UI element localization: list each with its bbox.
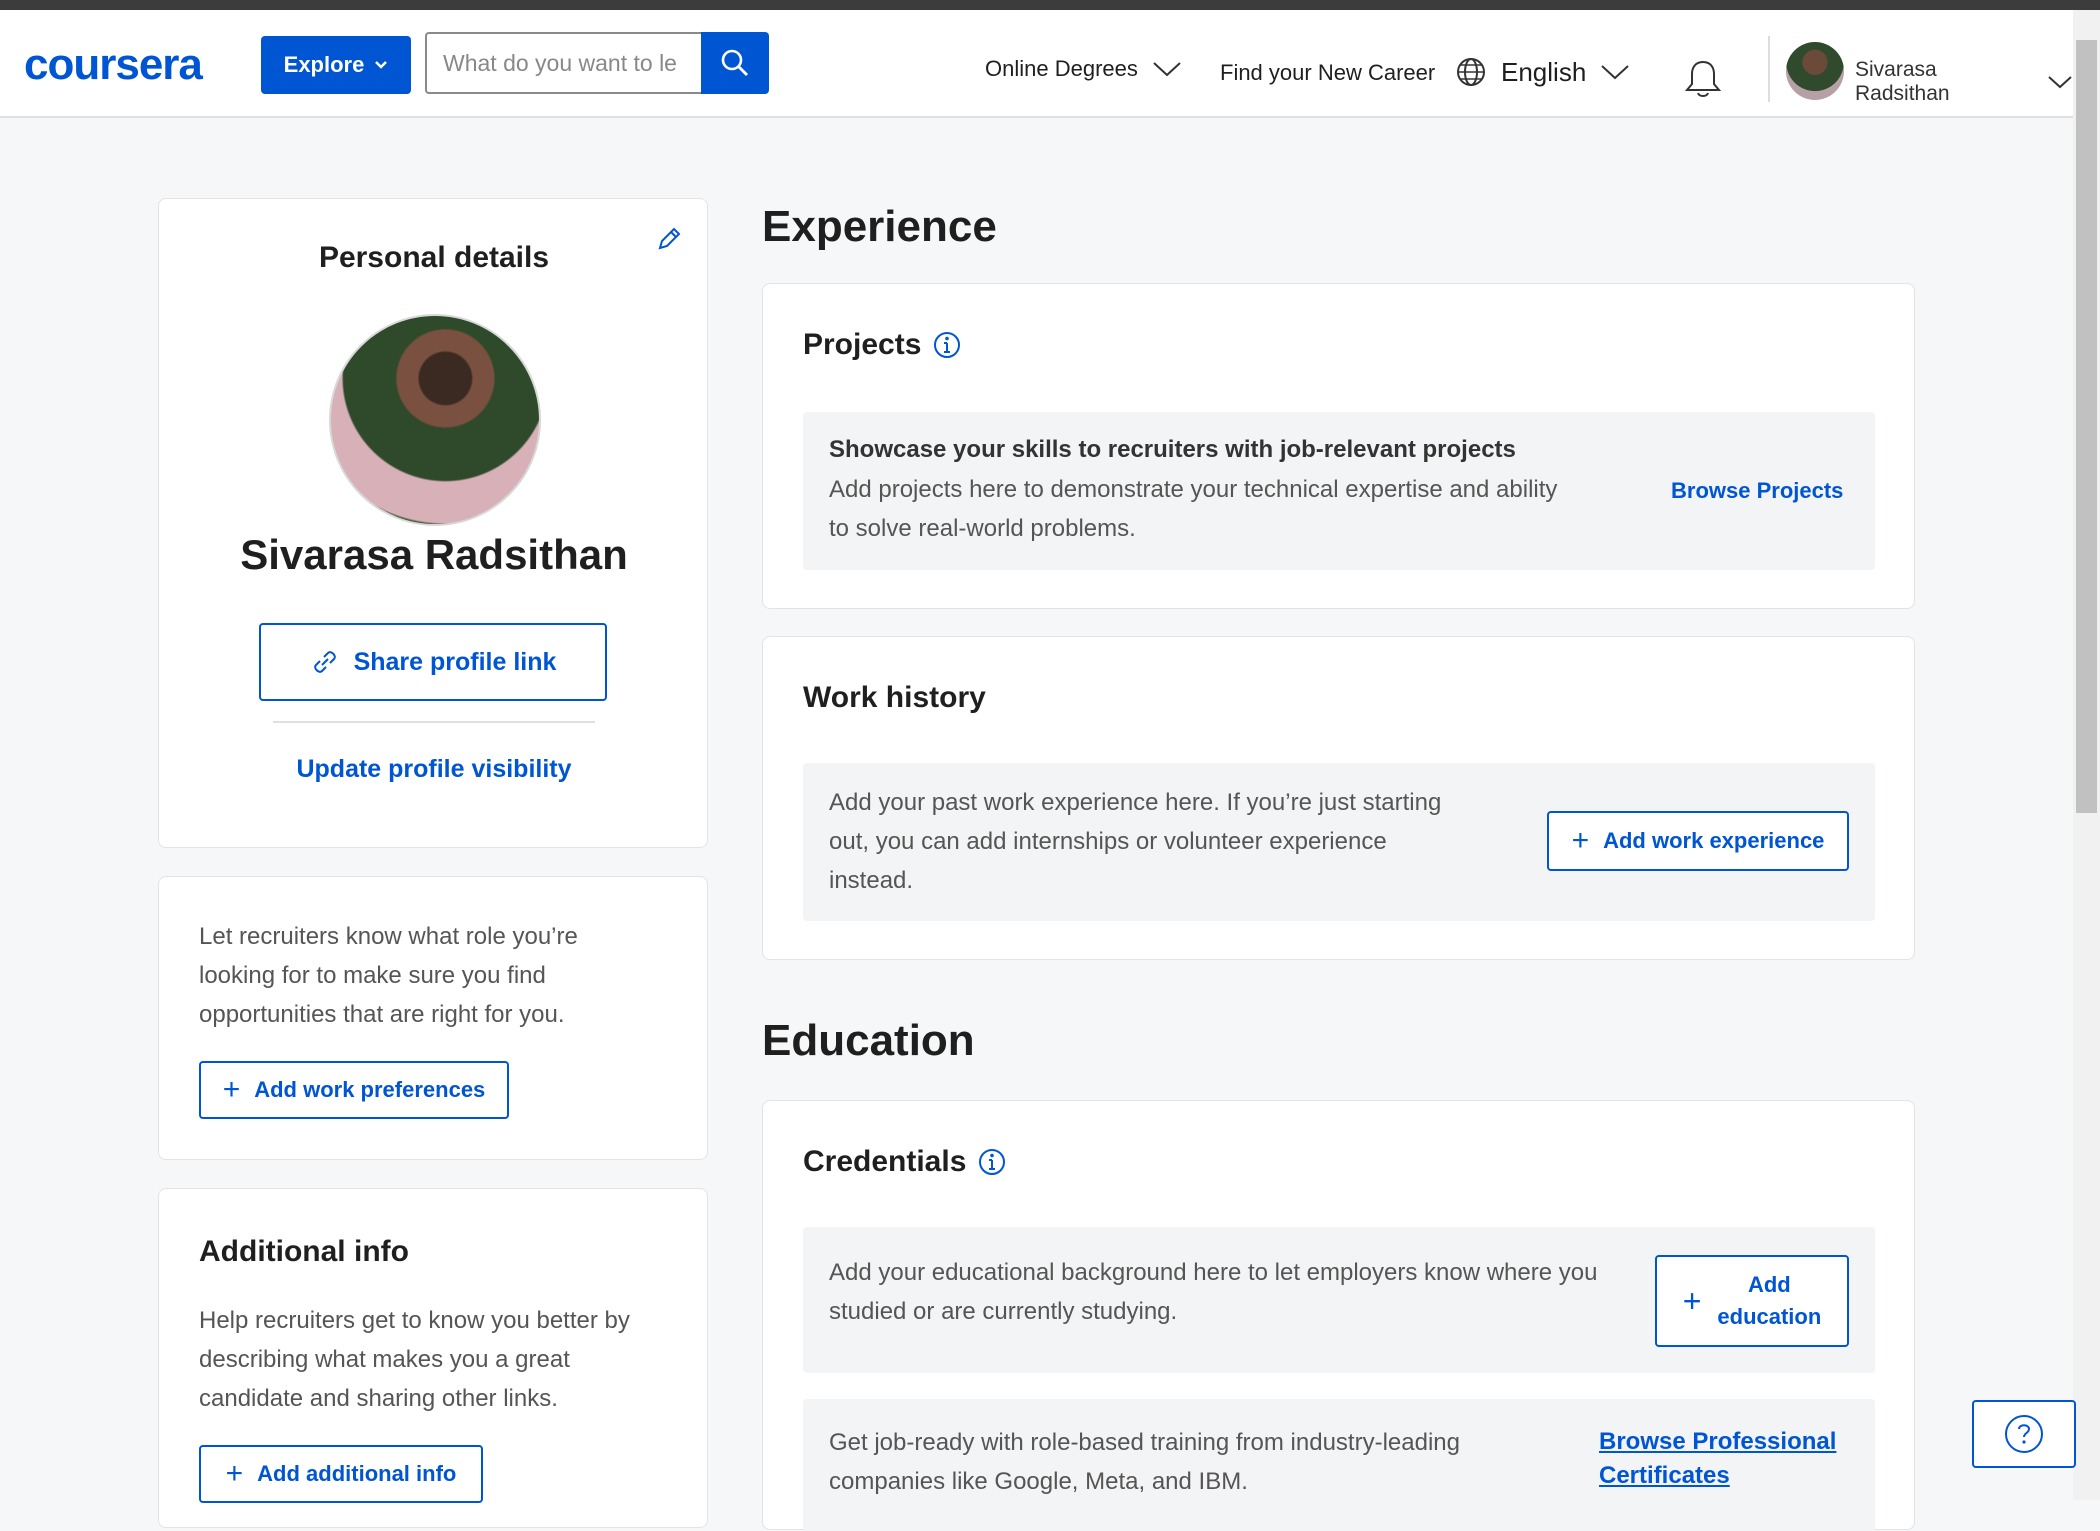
browse-projects-link[interactable]: Browse Projects	[1671, 478, 1843, 504]
browser-top-strip	[0, 0, 2100, 10]
work-history-title: Work history	[803, 681, 986, 714]
additional-info-title: Additional info	[199, 1235, 409, 1268]
work-history-text: Add your past work experience here. If y…	[829, 783, 1529, 900]
notification-bell-icon[interactable]	[1684, 58, 1722, 100]
nav-find-career[interactable]: Find your New Career	[1220, 60, 1435, 86]
add-education-line: Add	[1747, 1272, 1791, 1297]
search-placeholder: What do you want to le	[443, 49, 677, 76]
edit-pencil-icon[interactable]	[655, 225, 683, 253]
update-visibility-link[interactable]: Update profile visibility	[159, 755, 709, 784]
projects-headline: Showcase your skills to recruiters with …	[829, 436, 1516, 463]
link-line: Certificates	[1599, 1462, 1730, 1489]
coursera-logo[interactable]: coursera	[24, 40, 203, 90]
profile-name: Sivarasa Radsithan	[240, 531, 628, 578]
additional-info-card: Additional info Help recruiters get to k…	[158, 1188, 708, 1528]
language-label: English	[1501, 56, 1587, 87]
text-line: Add your past work experience here. If y…	[829, 789, 1442, 816]
credentials-title: Credentials	[803, 1145, 967, 1178]
plus-icon: +	[222, 1073, 241, 1106]
text-line: looking for to make sure you find	[199, 962, 546, 989]
explore-button[interactable]: Explore	[261, 36, 411, 94]
link-icon	[313, 651, 336, 673]
projects-text: Add projects here to demonstrate your te…	[829, 470, 1629, 548]
work-preferences-text: Let recruiters know what role you’re loo…	[199, 917, 679, 1034]
add-work-experience-label: Add work experience	[1603, 828, 1825, 853]
certificates-promo-text: Get job-ready with role-based training f…	[829, 1423, 1549, 1501]
education-heading: Education	[762, 1016, 975, 1065]
text-line: Get job-ready with role-based training f…	[829, 1429, 1460, 1456]
add-education-line: education	[1717, 1304, 1822, 1329]
search-input[interactable]: What do you want to le	[425, 32, 701, 94]
nav-online-degrees-label: Online Degrees	[985, 56, 1138, 81]
text-line: instead.	[829, 867, 914, 894]
add-work-preferences-label: Add work preferences	[254, 1077, 486, 1102]
nav-find-career-label: Find your New Career	[1220, 60, 1436, 85]
info-icon[interactable]	[933, 331, 961, 359]
link-line: Browse Professional	[1599, 1428, 1837, 1455]
text-line: describing what makes you a great	[199, 1346, 570, 1373]
globe-icon	[1457, 58, 1485, 86]
language-selector[interactable]: English	[1455, 56, 1630, 88]
add-education-label: Add education	[1717, 1269, 1821, 1333]
text-line: Let recruiters know what role you’re	[199, 923, 578, 950]
text-line: opportunities that are right for you.	[199, 1001, 565, 1028]
experience-heading: Experience	[762, 202, 997, 251]
chevron-down-icon	[1153, 62, 1181, 77]
additional-info-text: Help recruiters get to know you better b…	[199, 1301, 689, 1418]
chevron-down-icon	[1601, 65, 1629, 80]
credentials-text: Add your educational background here to …	[829, 1253, 1649, 1331]
text-line: Add your educational background here to …	[829, 1259, 1598, 1286]
credentials-info-box: Add your educational background here to …	[803, 1227, 1875, 1373]
add-additional-info-label: Add additional info	[257, 1461, 457, 1486]
work-preferences-card: Let recruiters know what role you’re loo…	[158, 876, 708, 1160]
help-question-icon	[2005, 1415, 2043, 1453]
search-button[interactable]	[701, 32, 769, 94]
projects-title-row: Projects	[803, 328, 961, 362]
text-line: out, you can add internships or voluntee…	[829, 828, 1387, 855]
plus-icon: +	[225, 1457, 244, 1490]
profile-photo	[329, 314, 541, 526]
text-line: studied or are currently studying.	[829, 1298, 1178, 1325]
text-line: to solve real-world problems.	[829, 515, 1136, 542]
text-line: Add projects here to demonstrate your te…	[829, 476, 1558, 503]
plus-icon: +	[1682, 1282, 1702, 1319]
add-education-button[interactable]: + Add education	[1655, 1255, 1849, 1347]
credentials-title-row: Credentials	[803, 1145, 1006, 1179]
work-history-card: Work history Add your past work experien…	[762, 636, 1915, 960]
avatar[interactable]	[1786, 42, 1844, 100]
personal-details-card: Personal details Sivarasa Radsithan Shar…	[158, 198, 708, 848]
share-profile-button[interactable]: Share profile link	[259, 623, 607, 701]
scrollbar-thumb[interactable]	[2076, 40, 2097, 813]
info-icon[interactable]	[978, 1148, 1006, 1176]
divider	[273, 721, 595, 723]
nav-online-degrees[interactable]: Online Degrees	[985, 56, 1182, 82]
help-button[interactable]	[1972, 1400, 2076, 1468]
share-profile-label: Share profile link	[353, 647, 557, 676]
chevron-down-icon	[2048, 76, 2072, 89]
projects-title: Projects	[803, 328, 922, 361]
add-additional-info-button[interactable]: + Add additional info	[199, 1445, 483, 1503]
explore-label: Explore	[283, 52, 365, 77]
username-label: Sivarasa Radsithan	[1855, 58, 1950, 105]
projects-card: Projects Showcase your skills to recruit…	[762, 283, 1915, 609]
plus-icon: +	[1571, 824, 1590, 857]
projects-info-box: Showcase your skills to recruiters with …	[803, 412, 1875, 570]
add-work-preferences-button[interactable]: + Add work preferences	[199, 1061, 509, 1119]
header-divider	[1768, 36, 1770, 102]
top-header: coursera Explore What do you want to le …	[0, 10, 2073, 118]
credentials-card: Credentials Add your educational backgro…	[762, 1100, 1915, 1531]
work-history-info-box: Add your past work experience here. If y…	[803, 763, 1875, 921]
add-work-experience-button[interactable]: + Add work experience	[1547, 811, 1849, 871]
chevron-down-icon	[375, 61, 388, 69]
text-line: candidate and sharing other links.	[199, 1385, 558, 1412]
search-icon	[721, 49, 748, 76]
text-line: companies like Google, Meta, and IBM.	[829, 1468, 1248, 1495]
user-menu[interactable]: Sivarasa Radsithan	[1855, 58, 2073, 106]
professional-certificates-box: Get job-ready with role-based training f…	[803, 1399, 1875, 1531]
text-line: Help recruiters get to know you better b…	[199, 1307, 630, 1334]
personal-details-title: Personal details	[318, 241, 550, 274]
browse-certificates-link[interactable]: Browse Professional Certificates	[1599, 1425, 1836, 1493]
